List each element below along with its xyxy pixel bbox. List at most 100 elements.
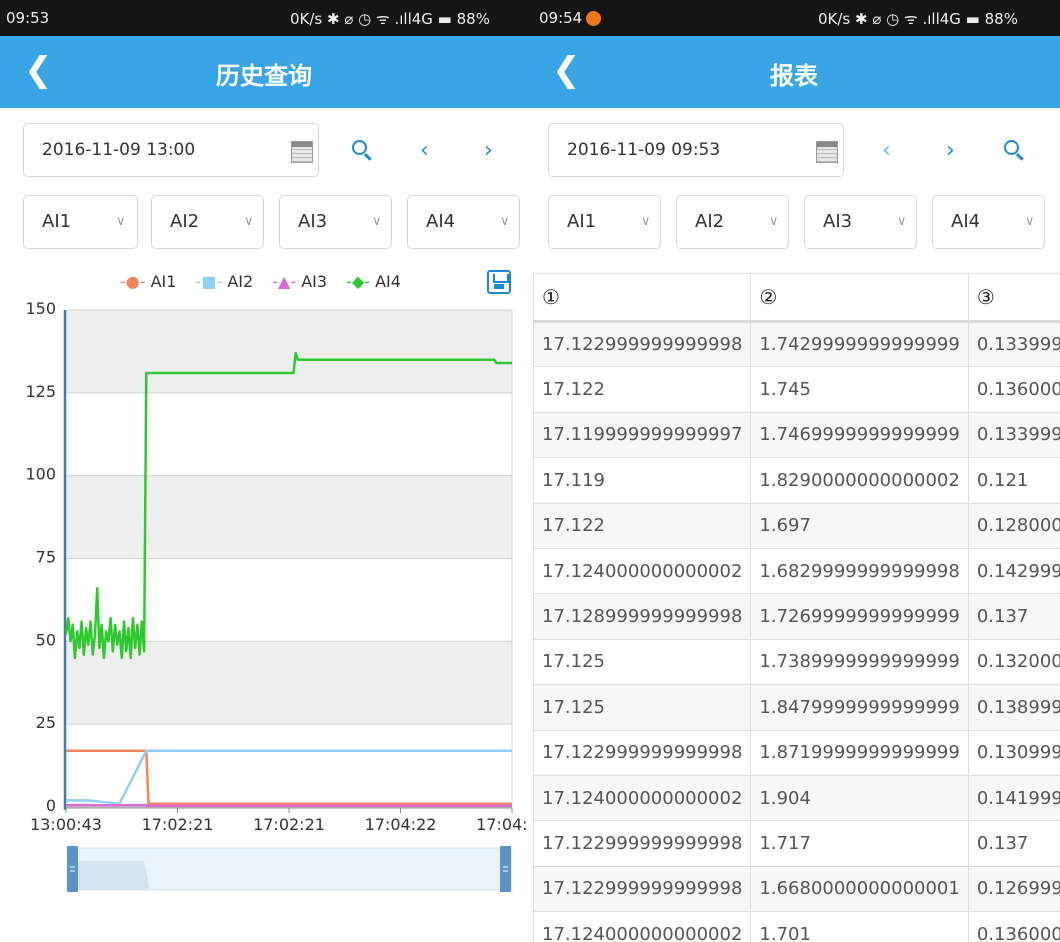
chevron-down-icon: ∨ xyxy=(897,214,907,229)
select-ai4[interactable]: AI4 ∨ xyxy=(932,195,1045,249)
date-value: 2016-11-09 13:00 xyxy=(42,140,196,160)
chevron-down-icon: ∨ xyxy=(372,214,382,229)
table-cell: 1.697 xyxy=(750,502,969,549)
status-time-right: 09:54 xyxy=(539,9,583,27)
table-cell: 1.904 xyxy=(750,774,969,822)
calendar-icon[interactable] xyxy=(816,141,838,163)
table-cell: 0.133999 xyxy=(967,411,1060,459)
status-icons-right: 0K/s ✱ ⌀ ◷ ᯤ .ıll4G ▬ 88% xyxy=(818,10,1018,28)
table-row[interactable]: 17.125 1.8479999999999999 0.138999 xyxy=(533,684,1060,731)
history-chart: 0 25 50 75 100 125 150 13:00:43 17:02:21 17:02:21… xyxy=(25,299,528,892)
y-tick-label: 0 xyxy=(46,796,56,815)
x-tick-label: 13:00:43 xyxy=(30,815,102,834)
table-cell: 17.119 xyxy=(533,457,752,504)
chevron-down-icon: ∨ xyxy=(769,214,779,229)
table-row[interactable]: 17.119999999999997 1.7469999999999999 0.13… xyxy=(533,411,1060,459)
page-title-report: 报表 xyxy=(770,62,818,90)
table-row[interactable]: 17.119 1.8290000000000002 0.121 xyxy=(533,457,1060,504)
date-value: 2016-11-09 09:53 xyxy=(567,140,721,160)
status-icons-left: 0K/s ✱ ⌀ ◷ ᯤ .ıll4G ▬ 88% xyxy=(290,10,490,28)
table-cell: 17.125 xyxy=(533,638,752,686)
table-row[interactable]: 17.122999999999998 1.6680000000000001 0.12… xyxy=(533,865,1060,913)
chevron-down-icon: ∨ xyxy=(244,214,254,229)
table-cell: 17.124000000000002 xyxy=(533,911,752,942)
table-cell: 1.7389999999999999 xyxy=(750,638,969,686)
table-cell: 17.119999999999997 xyxy=(533,411,752,459)
date-picker-left[interactable]: 2016-11-09 13:00 xyxy=(23,123,319,177)
chart-legend: -●- AI1 -■- AI2 -▲- AI3 -◆- AI4 xyxy=(120,272,415,291)
select-ai2[interactable]: AI2 ∨ xyxy=(676,195,789,249)
range-handle[interactable] xyxy=(500,846,511,892)
legend-ai3[interactable]: -▲- AI3 xyxy=(272,272,327,291)
chevron-left-icon[interactable]: ‹ xyxy=(882,140,891,162)
select-ai1[interactable]: AI1 ∨ xyxy=(548,195,661,249)
table-row[interactable]: 17.122 1.745 0.136000 xyxy=(533,366,1060,413)
search-icon[interactable] xyxy=(352,140,374,162)
y-tick-label: 25 xyxy=(36,713,56,732)
table-cell: 17.124000000000002 xyxy=(533,547,752,595)
save-icon[interactable] xyxy=(487,270,511,294)
table-cell: 17.122 xyxy=(533,366,752,413)
plot-band xyxy=(66,641,512,725)
table-cell: 0.133999 xyxy=(967,320,1060,368)
select-ai3[interactable]: AI3 ∨ xyxy=(279,195,392,249)
chevron-left-icon[interactable]: ‹ xyxy=(420,140,429,162)
table-cell: 1.6680000000000001 xyxy=(750,865,969,913)
chevron-right-icon[interactable]: › xyxy=(946,140,955,162)
calendar-icon[interactable] xyxy=(291,141,313,163)
legend-ai2[interactable]: -■- AI2 xyxy=(196,272,254,291)
table-cell: 0.137 xyxy=(967,593,1060,640)
table-cell: 17.122999999999998 xyxy=(533,729,752,776)
search-icon[interactable] xyxy=(1004,140,1026,162)
table-row[interactable]: 17.124000000000002 1.701 0.136000 xyxy=(533,911,1060,942)
chevron-down-icon: ∨ xyxy=(1025,214,1035,229)
y-tick-label: 150 xyxy=(25,299,56,318)
table-row[interactable]: 17.124000000000002 1.6829999999999998 0.14… xyxy=(533,547,1060,595)
table-cell: 17.122999999999998 xyxy=(533,865,752,913)
table-cell: 1.7429999999999999 xyxy=(750,320,969,368)
table-cell: 1.745 xyxy=(750,366,969,413)
table-header-cell: ② xyxy=(750,273,969,323)
table-cell: 0.126999 xyxy=(967,865,1060,913)
y-tick-label: 100 xyxy=(25,465,56,484)
table-row[interactable]: 17.122 1.697 0.128000 xyxy=(533,502,1060,549)
chevron-down-icon: ∨ xyxy=(500,214,510,229)
legend-ai4[interactable]: -◆- AI4 xyxy=(346,272,401,291)
y-tick-label: 75 xyxy=(36,548,56,567)
table-cell: 1.8479999999999999 xyxy=(750,684,969,731)
table-cell: 17.122 xyxy=(533,502,752,549)
chevron-right-icon[interactable]: › xyxy=(484,140,493,162)
table-header-cell: ① xyxy=(533,273,752,323)
right-navbar: ❮ 报表 xyxy=(528,36,1060,108)
table-cell: 1.8719999999999999 xyxy=(750,729,969,776)
range-handle[interactable] xyxy=(67,846,78,892)
x-tick-label: 17:02:21 xyxy=(142,815,214,834)
table-row[interactable]: 17.128999999999998 1.7269999999999999 0.13… xyxy=(533,593,1060,640)
select-ai2[interactable]: AI2 ∨ xyxy=(151,195,264,249)
y-tick-label: 50 xyxy=(36,630,56,649)
table-row[interactable]: 17.124000000000002 1.904 0.141999 xyxy=(533,774,1060,822)
table-row[interactable]: 17.122999999999998 1.717 0.137 xyxy=(533,820,1060,867)
select-ai1[interactable]: AI1 ∨ xyxy=(23,195,138,249)
table-row[interactable]: 17.125 1.7389999999999999 0.132000 xyxy=(533,638,1060,686)
table-cell: 0.136000 xyxy=(967,911,1060,942)
table-header-cell: ③ xyxy=(967,273,1060,323)
select-ai4[interactable]: AI4 ∨ xyxy=(407,195,520,249)
x-tick-label: 17:02:21 xyxy=(253,815,325,834)
plot-band xyxy=(66,310,512,393)
table-row[interactable]: 17.122999999999998 1.8719999999999999 0.13… xyxy=(533,729,1060,776)
report-table: ①②③ 17.122999999999998 1.7429999999999999… xyxy=(533,273,1060,942)
plot-band xyxy=(66,724,512,807)
chevron-down-icon: ∨ xyxy=(641,214,651,229)
table-cell: 17.125 xyxy=(533,684,752,731)
table-cell: 1.6829999999999998 xyxy=(750,547,969,595)
date-picker-right[interactable]: 2016-11-09 09:53 xyxy=(548,123,844,177)
select-ai3[interactable]: AI3 ∨ xyxy=(804,195,917,249)
chevron-down-icon: ∨ xyxy=(116,214,126,229)
table-cell: 17.122999999999998 xyxy=(533,320,752,368)
recording-dot-icon xyxy=(586,11,601,26)
table-cell: 0.141999 xyxy=(967,774,1060,822)
legend-ai1[interactable]: -●- AI1 xyxy=(120,272,176,291)
table-cell: 0.121 xyxy=(967,457,1060,504)
table-row[interactable]: 17.122999999999998 1.7429999999999999 0.13… xyxy=(533,320,1060,368)
